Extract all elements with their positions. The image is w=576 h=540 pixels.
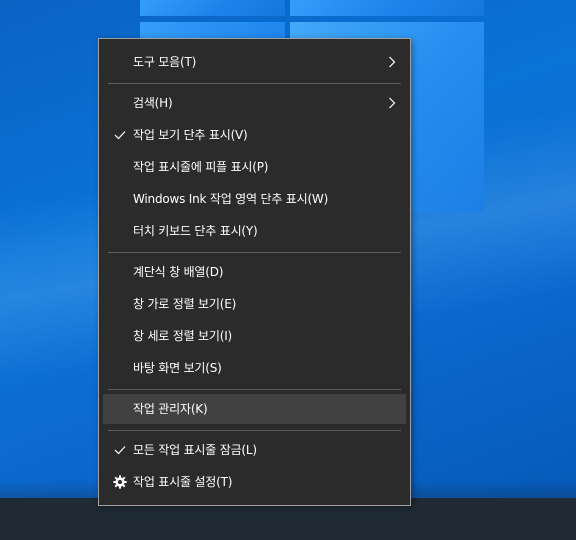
checkmark-icon: [112, 120, 128, 150]
menu-separator: [108, 83, 401, 84]
menu-item-label: 모든 작업 표시줄 잠금(L): [133, 443, 257, 457]
menu-item-label: 계단식 창 배열(D): [133, 265, 224, 279]
menu-item-search[interactable]: 검색(H): [103, 88, 406, 118]
menu-item-show-desktop[interactable]: 바탕 화면 보기(S): [103, 353, 406, 383]
menu-item-label: 창 세로 정렬 보기(I): [133, 329, 233, 343]
menu-item-label: 작업 보기 단추 표시(V): [133, 128, 248, 142]
taskbar-context-menu: 도구 모음(T) 검색(H) 작업 보기 단추 표시(V) 작업 표시줄에 피플…: [98, 38, 411, 506]
menu-item-label: 작업 관리자(K): [133, 402, 208, 416]
menu-item-show-task-view-button[interactable]: 작업 보기 단추 표시(V): [103, 120, 406, 150]
windows-logo-pane-top-right: [290, 0, 484, 16]
menu-item-task-manager[interactable]: 작업 관리자(K): [103, 394, 406, 424]
menu-separator: [108, 389, 401, 390]
menu-item-label: 터치 키보드 단추 표시(Y): [133, 224, 258, 238]
windows-logo-pane-top-left: [140, 0, 285, 16]
menu-item-show-touch-keyboard[interactable]: 터치 키보드 단추 표시(Y): [103, 216, 406, 246]
menu-item-label: Windows Ink 작업 영역 단추 표시(W): [133, 192, 329, 206]
menu-item-toolbars[interactable]: 도구 모음(T): [103, 47, 406, 77]
chevron-right-icon: [386, 88, 398, 118]
menu-item-label: 도구 모음(T): [133, 55, 197, 69]
menu-item-label: 작업 표시줄 설정(T): [133, 475, 233, 489]
menu-item-taskbar-settings[interactable]: 작업 표시줄 설정(T): [103, 467, 406, 497]
menu-separator: [108, 252, 401, 253]
checkmark-icon: [112, 435, 128, 465]
chevron-right-icon: [386, 47, 398, 77]
menu-item-cascade-windows[interactable]: 계단식 창 배열(D): [103, 257, 406, 287]
menu-item-show-windows-side-by-side[interactable]: 창 세로 정렬 보기(I): [103, 321, 406, 351]
menu-item-label: 작업 표시줄에 피플 표시(P): [133, 160, 269, 174]
menu-separator: [108, 430, 401, 431]
menu-item-label: 바탕 화면 보기(S): [133, 361, 222, 375]
menu-item-show-windows-ink[interactable]: Windows Ink 작업 영역 단추 표시(W): [103, 184, 406, 214]
menu-item-label: 검색(H): [133, 96, 173, 110]
menu-item-lock-all-taskbars[interactable]: 모든 작업 표시줄 잠금(L): [103, 435, 406, 465]
gear-icon: [112, 467, 128, 497]
menu-item-show-people[interactable]: 작업 표시줄에 피플 표시(P): [103, 152, 406, 182]
menu-item-label: 창 가로 정렬 보기(E): [133, 297, 237, 311]
menu-item-show-windows-stacked[interactable]: 창 가로 정렬 보기(E): [103, 289, 406, 319]
